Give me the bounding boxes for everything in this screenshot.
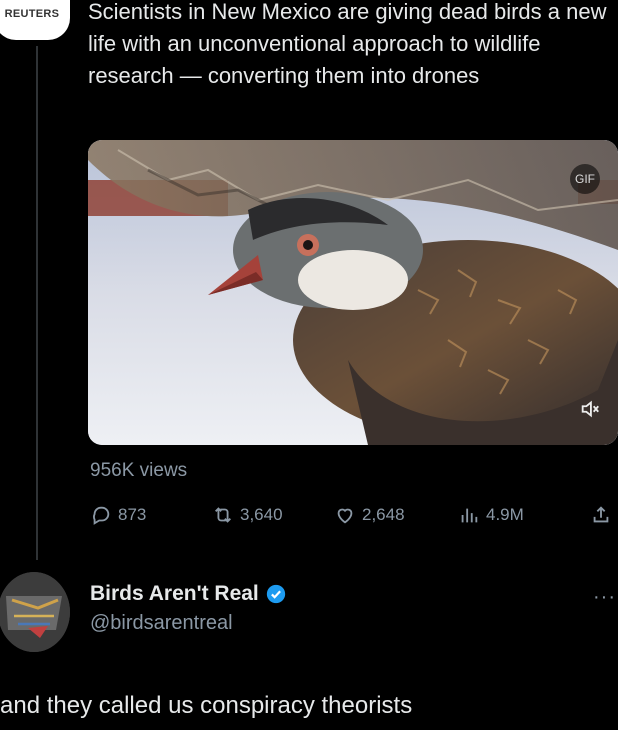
view-count: 956K views [90, 460, 188, 481]
reply-count: 873 [118, 505, 147, 524]
like-count: 2,648 [362, 505, 405, 524]
birds-arent-real-avatar[interactable] [0, 572, 70, 652]
thread-connector-line [36, 46, 38, 560]
reuters-avatar[interactable]: REUTERS [0, 0, 70, 40]
repost-button[interactable]: 3,640 [212, 500, 283, 530]
verified-badge-icon [266, 584, 285, 604]
more-options-button[interactable]: ··· [593, 586, 616, 609]
share-icon [593, 506, 609, 523]
birds-arent-real-logo [0, 572, 70, 652]
share-button[interactable] [590, 500, 612, 530]
author-name[interactable]: Birds Aren't Real [90, 582, 259, 606]
repost-icon [215, 507, 231, 523]
bird-drone-image [88, 140, 618, 445]
tweet-media-video[interactable]: GIF [88, 140, 618, 445]
impressions-count: 4.9M [486, 505, 524, 524]
repost-count: 3,640 [240, 505, 283, 524]
reuters-logo-text: REUTERS [4, 8, 60, 20]
author-name-row[interactable]: Birds Aren't Real [90, 582, 287, 606]
mute-icon[interactable] [576, 395, 604, 423]
reply-button[interactable]: 873 [90, 500, 146, 530]
reply-icon [93, 506, 110, 525]
tweet-text: Scientists in New Mexico are giving dead… [88, 0, 607, 88]
author-handle[interactable]: @birdsarentreal [90, 612, 287, 635]
views-analytics-button[interactable]: 4.9M [458, 500, 524, 530]
tweet-actions-bar: 873 3,640 2,648 4.9M [90, 500, 618, 530]
reply-author: Birds Aren't Real @birdsarentreal [90, 582, 287, 635]
like-button[interactable]: 2,648 [334, 500, 405, 530]
heart-icon [337, 508, 353, 524]
reply-text: and they called us conspiracy theorists [0, 692, 413, 719]
analytics-icon [461, 508, 478, 523]
media-badge[interactable]: GIF [570, 164, 600, 194]
